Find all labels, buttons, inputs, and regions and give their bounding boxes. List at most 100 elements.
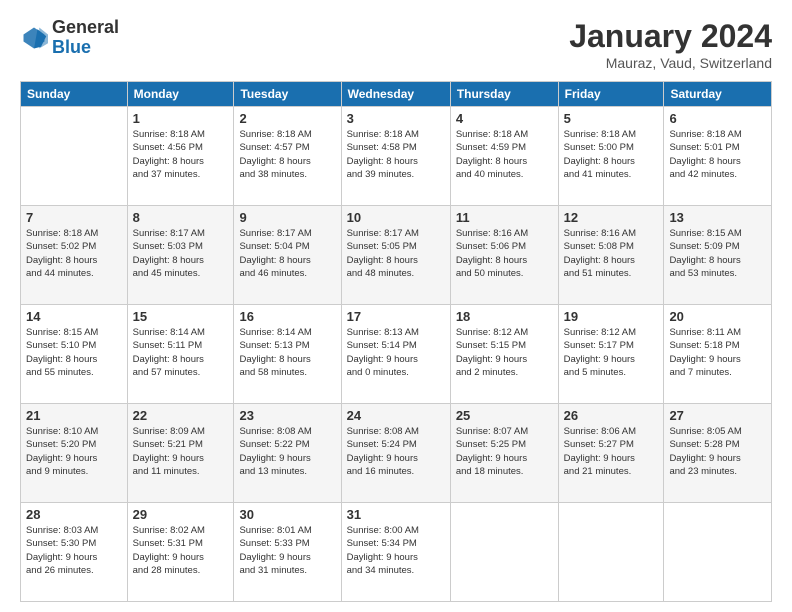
logo-text: General Blue xyxy=(52,18,119,58)
table-row: 27Sunrise: 8:05 AMSunset: 5:28 PMDayligh… xyxy=(664,404,772,503)
day-info: Sunrise: 8:12 AMSunset: 5:15 PMDaylight:… xyxy=(456,326,553,379)
calendar-week-row: 28Sunrise: 8:03 AMSunset: 5:30 PMDayligh… xyxy=(21,503,772,602)
table-row: 24Sunrise: 8:08 AMSunset: 5:24 PMDayligh… xyxy=(341,404,450,503)
header: General Blue January 2024 Mauraz, Vaud, … xyxy=(20,18,772,71)
day-number: 2 xyxy=(239,111,335,126)
logo-icon xyxy=(20,24,48,52)
day-info: Sunrise: 8:01 AMSunset: 5:33 PMDaylight:… xyxy=(239,524,335,577)
day-number: 5 xyxy=(564,111,659,126)
day-info: Sunrise: 8:14 AMSunset: 5:11 PMDaylight:… xyxy=(133,326,229,379)
day-number: 10 xyxy=(347,210,445,225)
day-info: Sunrise: 8:18 AMSunset: 4:56 PMDaylight:… xyxy=(133,128,229,181)
location: Mauraz, Vaud, Switzerland xyxy=(569,55,772,71)
logo-general: General xyxy=(52,17,119,37)
day-info: Sunrise: 8:14 AMSunset: 5:13 PMDaylight:… xyxy=(239,326,335,379)
table-row: 16 Sunrise: 8:14 AMSunset: 5:13 PMDayligh… xyxy=(234,305,341,404)
table-row: 25 Sunrise: 8:07 AMSunset: 5:25 PMDayligh… xyxy=(450,404,558,503)
col-sunday: Sunday xyxy=(21,82,128,107)
day-number: 27 xyxy=(669,408,766,423)
day-number: 3 xyxy=(347,111,445,126)
table-row: 20 Sunrise: 8:11 AMSunset: 5:18 PMDayligh… xyxy=(664,305,772,404)
calendar-week-row: 21Sunrise: 8:10 AMSunset: 5:20 PMDayligh… xyxy=(21,404,772,503)
day-number: 30 xyxy=(239,507,335,522)
day-number: 26 xyxy=(564,408,659,423)
day-number: 7 xyxy=(26,210,122,225)
table-row xyxy=(21,107,128,206)
logo-blue: Blue xyxy=(52,37,91,57)
col-friday: Friday xyxy=(558,82,664,107)
day-info: Sunrise: 8:06 AMSunset: 5:27 PMDaylight:… xyxy=(564,425,659,478)
col-tuesday: Tuesday xyxy=(234,82,341,107)
day-info: Sunrise: 8:15 AMSunset: 5:10 PMDaylight:… xyxy=(26,326,122,379)
day-number: 6 xyxy=(669,111,766,126)
day-info: Sunrise: 8:18 AMSunset: 4:59 PMDaylight:… xyxy=(456,128,553,181)
table-row: 5 Sunrise: 8:18 AMSunset: 5:00 PMDaylight… xyxy=(558,107,664,206)
day-number: 9 xyxy=(239,210,335,225)
day-number: 15 xyxy=(133,309,229,324)
day-number: 29 xyxy=(133,507,229,522)
day-number: 23 xyxy=(239,408,335,423)
col-wednesday: Wednesday xyxy=(341,82,450,107)
day-info: Sunrise: 8:17 AMSunset: 5:03 PMDaylight:… xyxy=(133,227,229,280)
day-info: Sunrise: 8:13 AMSunset: 5:14 PMDaylight:… xyxy=(347,326,445,379)
table-row: 6 Sunrise: 8:18 AMSunset: 5:01 PMDaylight… xyxy=(664,107,772,206)
table-row: 19 Sunrise: 8:12 AMSunset: 5:17 PMDayligh… xyxy=(558,305,664,404)
calendar-week-row: 1 Sunrise: 8:18 AMSunset: 4:56 PMDaylight… xyxy=(21,107,772,206)
day-number: 20 xyxy=(669,309,766,324)
table-row: 15 Sunrise: 8:14 AMSunset: 5:11 PMDayligh… xyxy=(127,305,234,404)
day-number: 8 xyxy=(133,210,229,225)
calendar-week-row: 14 Sunrise: 8:15 AMSunset: 5:10 PMDayligh… xyxy=(21,305,772,404)
table-row xyxy=(664,503,772,602)
table-row: 31 Sunrise: 8:00 AMSunset: 5:34 PMDayligh… xyxy=(341,503,450,602)
table-row xyxy=(450,503,558,602)
day-info: Sunrise: 8:17 AMSunset: 5:04 PMDaylight:… xyxy=(239,227,335,280)
day-number: 16 xyxy=(239,309,335,324)
table-row: 7 Sunrise: 8:18 AMSunset: 5:02 PMDaylight… xyxy=(21,206,128,305)
table-row: 13 Sunrise: 8:15 AMSunset: 5:09 PMDayligh… xyxy=(664,206,772,305)
day-number: 14 xyxy=(26,309,122,324)
table-row: 26 Sunrise: 8:06 AMSunset: 5:27 PMDayligh… xyxy=(558,404,664,503)
day-info: Sunrise: 8:12 AMSunset: 5:17 PMDaylight:… xyxy=(564,326,659,379)
day-info: Sunrise: 8:00 AMSunset: 5:34 PMDaylight:… xyxy=(347,524,445,577)
calendar-header-row: Sunday Monday Tuesday Wednesday Thursday… xyxy=(21,82,772,107)
day-info: Sunrise: 8:18 AMSunset: 5:00 PMDaylight:… xyxy=(564,128,659,181)
day-info: Sunrise: 8:18 AMSunset: 5:02 PMDaylight:… xyxy=(26,227,122,280)
month-title: January 2024 xyxy=(569,18,772,55)
day-info: Sunrise: 8:18 AMSunset: 5:01 PMDaylight:… xyxy=(669,128,766,181)
table-row: 11Sunrise: 8:16 AMSunset: 5:06 PMDayligh… xyxy=(450,206,558,305)
day-info: Sunrise: 8:07 AMSunset: 5:25 PMDaylight:… xyxy=(456,425,553,478)
day-number: 25 xyxy=(456,408,553,423)
day-info: Sunrise: 8:18 AMSunset: 4:58 PMDaylight:… xyxy=(347,128,445,181)
day-number: 12 xyxy=(564,210,659,225)
day-info: Sunrise: 8:16 AMSunset: 5:08 PMDaylight:… xyxy=(564,227,659,280)
day-number: 13 xyxy=(669,210,766,225)
day-info: Sunrise: 8:11 AMSunset: 5:18 PMDaylight:… xyxy=(669,326,766,379)
day-number: 1 xyxy=(133,111,229,126)
day-number: 17 xyxy=(347,309,445,324)
table-row: 4Sunrise: 8:18 AMSunset: 4:59 PMDaylight… xyxy=(450,107,558,206)
day-info: Sunrise: 8:18 AMSunset: 4:57 PMDaylight:… xyxy=(239,128,335,181)
day-info: Sunrise: 8:02 AMSunset: 5:31 PMDaylight:… xyxy=(133,524,229,577)
table-row: 17 Sunrise: 8:13 AMSunset: 5:14 PMDayligh… xyxy=(341,305,450,404)
table-row: 3 Sunrise: 8:18 AMSunset: 4:58 PMDaylight… xyxy=(341,107,450,206)
day-info: Sunrise: 8:15 AMSunset: 5:09 PMDaylight:… xyxy=(669,227,766,280)
table-row: 23 Sunrise: 8:08 AMSunset: 5:22 PMDayligh… xyxy=(234,404,341,503)
table-row: 22Sunrise: 8:09 AMSunset: 5:21 PMDayligh… xyxy=(127,404,234,503)
table-row: 29 Sunrise: 8:02 AMSunset: 5:31 PMDayligh… xyxy=(127,503,234,602)
table-row: 28Sunrise: 8:03 AMSunset: 5:30 PMDayligh… xyxy=(21,503,128,602)
day-number: 11 xyxy=(456,210,553,225)
day-number: 24 xyxy=(347,408,445,423)
day-info: Sunrise: 8:08 AMSunset: 5:22 PMDaylight:… xyxy=(239,425,335,478)
table-row: 10 Sunrise: 8:17 AMSunset: 5:05 PMDayligh… xyxy=(341,206,450,305)
day-number: 31 xyxy=(347,507,445,522)
table-row: 30 Sunrise: 8:01 AMSunset: 5:33 PMDayligh… xyxy=(234,503,341,602)
col-monday: Monday xyxy=(127,82,234,107)
table-row: 2 Sunrise: 8:18 AMSunset: 4:57 PMDaylight… xyxy=(234,107,341,206)
day-number: 19 xyxy=(564,309,659,324)
day-number: 22 xyxy=(133,408,229,423)
table-row: 1 Sunrise: 8:18 AMSunset: 4:56 PMDaylight… xyxy=(127,107,234,206)
day-info: Sunrise: 8:17 AMSunset: 5:05 PMDaylight:… xyxy=(347,227,445,280)
col-saturday: Saturday xyxy=(664,82,772,107)
table-row: 8 Sunrise: 8:17 AMSunset: 5:03 PMDaylight… xyxy=(127,206,234,305)
table-row: 18Sunrise: 8:12 AMSunset: 5:15 PMDayligh… xyxy=(450,305,558,404)
